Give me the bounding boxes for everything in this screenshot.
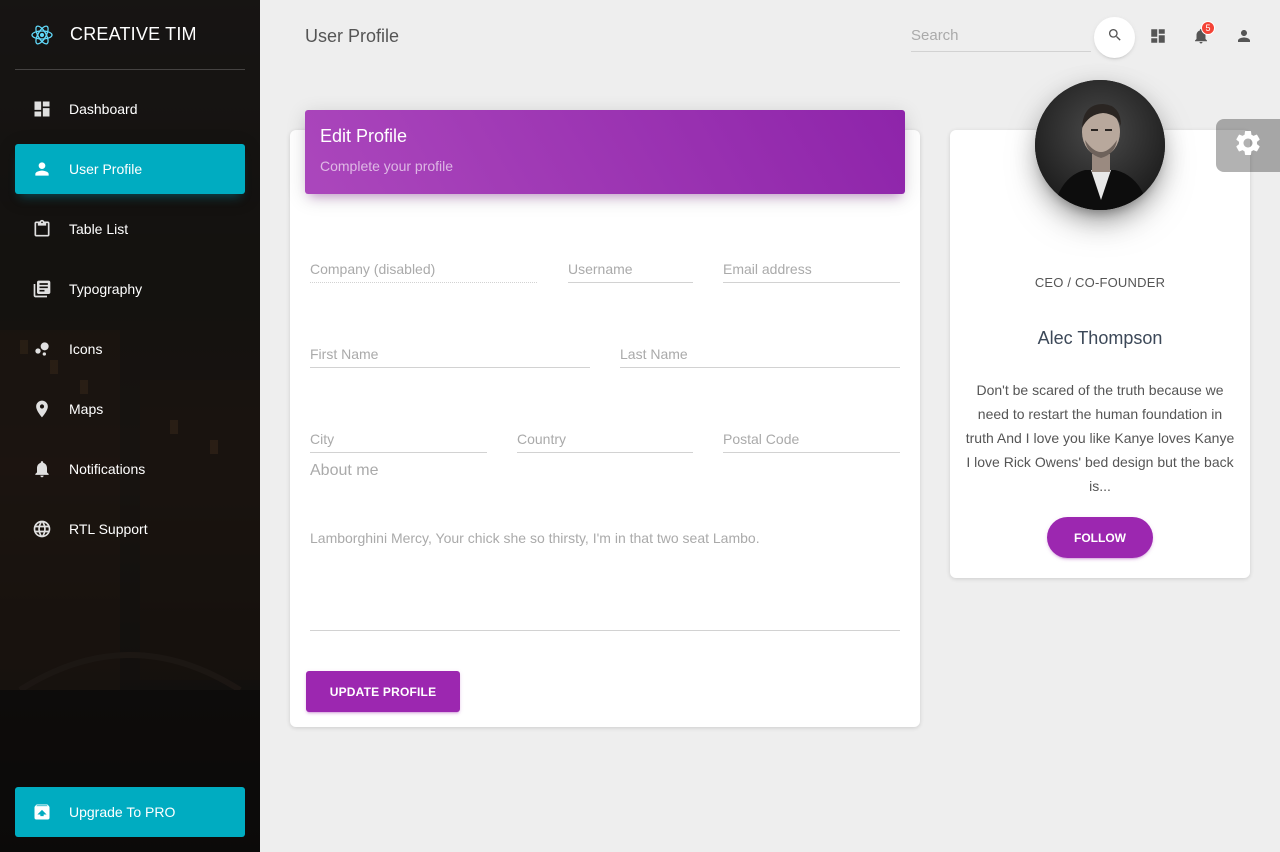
follow-button[interactable]: FOLLOW [1047,517,1153,558]
sidebar-item-table-list[interactable]: Table List [15,204,245,254]
username-label: Username [568,261,633,277]
react-atom-icon [30,23,54,47]
sidebar-item-user-profile[interactable]: User Profile [15,144,245,194]
library-books-icon [30,277,54,301]
search-button[interactable] [1094,17,1135,58]
city-field[interactable]: City [310,423,487,453]
sidebar: CREATIVE TIM Dashboard User Profile Tabl… [0,0,260,852]
sidebar-item-label: Icons [69,341,103,357]
last-name-field[interactable]: Last Name [620,338,900,368]
location-pin-icon [30,397,54,421]
country-label: Country [517,431,567,447]
search-input[interactable] [911,20,1091,50]
edit-profile-title: Edit Profile [320,126,408,146]
about-me-text: Lamborghini Mercy, Your chick she so thi… [310,530,760,546]
sidebar-item-notifications[interactable]: Notifications [15,444,245,494]
sidebar-item-label: Dashboard [69,101,138,117]
person-icon [30,157,54,181]
dashboard-icon [1149,27,1167,50]
company-label: Company (disabled) [310,261,436,277]
upgrade-label: Upgrade To PRO [69,804,176,820]
unarchive-icon [30,800,54,824]
search-icon [1107,27,1123,48]
about-me-label: About me [310,462,379,479]
profile-name: Alec Thompson [1037,328,1163,348]
sidebar-item-dashboard[interactable]: Dashboard [15,84,245,134]
edit-profile-subtitle: Complete your profile [320,158,454,174]
last-name-label: Last Name [620,346,688,362]
profile-role: CEO / CO-FOUNDER [1034,275,1166,290]
settings-plugin-button[interactable] [1216,119,1280,172]
page-title[interactable]: User Profile [305,26,399,47]
clipboard-icon [30,217,54,241]
postal-code-field[interactable]: Postal Code [723,423,900,453]
sidebar-item-rtl-support[interactable]: RTL Support [15,504,245,554]
bell-icon [30,457,54,481]
profile-bio: Don't be scared of the truth because we … [965,382,1235,494]
bubble-chart-icon [30,337,54,361]
country-field[interactable]: Country [517,423,693,453]
city-label: City [310,431,335,447]
edit-profile-header: Edit Profile Complete your profile [305,110,905,194]
brand-name: CREATIVE TIM [70,24,197,44]
sidebar-item-label: Typography [69,281,143,297]
avatar[interactable] [1035,80,1165,210]
first-name-field[interactable]: First Name [310,338,590,368]
sidebar-nav: Dashboard User Profile Table List Typogr… [15,84,245,564]
account-button[interactable] [1232,26,1256,50]
gear-icon [1233,128,1263,163]
sidebar-item-label: Maps [69,401,104,417]
sidebar-item-maps[interactable]: Maps [15,384,245,434]
sidebar-item-label: Table List [69,221,129,237]
notification-badge: 5 [1201,21,1215,35]
brand-logo[interactable]: CREATIVE TIM [15,0,245,70]
dashboard-shortcut-button[interactable] [1146,26,1170,50]
avatar-portrait [1035,80,1165,210]
sidebar-item-icons[interactable]: Icons [15,324,245,374]
sidebar-item-label: User Profile [69,161,143,177]
search-field [911,20,1091,52]
upgrade-to-pro-button[interactable]: Upgrade To PRO [15,787,245,837]
sidebar-item-label: RTL Support [69,521,148,537]
about-me-textarea[interactable]: Lamborghini Mercy, Your chick she so thi… [310,530,900,631]
update-profile-button[interactable]: UPDATE PROFILE [306,671,460,712]
sidebar-item-typography[interactable]: Typography [15,264,245,314]
globe-icon [30,517,54,541]
first-name-label: First Name [310,346,379,362]
dashboard-icon [30,97,54,121]
postal-code-label: Postal Code [723,431,800,447]
company-field: Company (disabled) [310,253,537,283]
email-label: Email address [723,261,812,277]
person-icon [1235,27,1253,50]
email-field[interactable]: Email address [723,253,900,283]
sidebar-item-label: Notifications [69,461,146,477]
username-field[interactable]: Username [568,253,693,283]
